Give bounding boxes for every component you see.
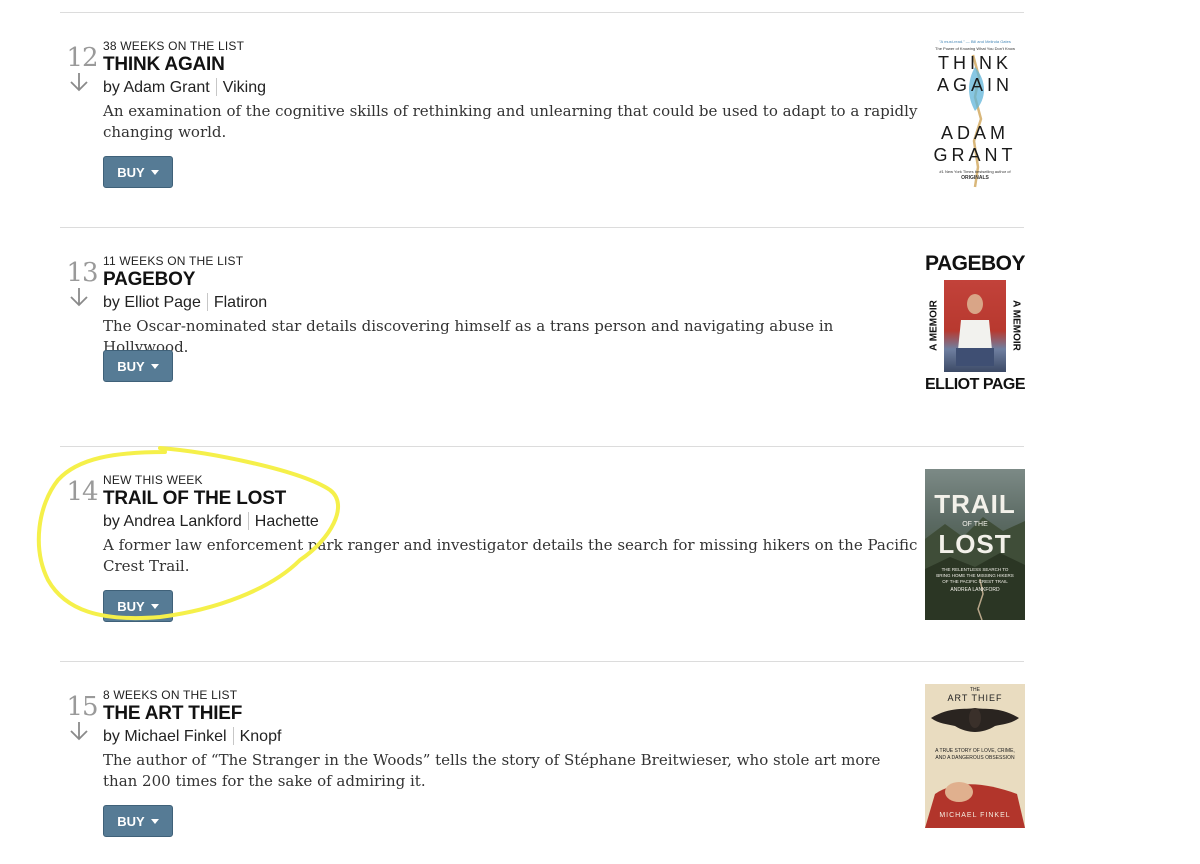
cover-author-line1: ADAM xyxy=(940,123,1009,143)
separator xyxy=(206,293,208,311)
publisher-name: Knopf xyxy=(239,728,282,746)
book-cover[interactable]: PAGEBOY A MEMOIR A MEMOIR ELLIOT PAGE xyxy=(925,252,1025,402)
divider xyxy=(60,446,1024,447)
book-title[interactable]: THE ART THIEF xyxy=(103,703,242,725)
caret-down-icon xyxy=(150,819,159,824)
cover-title-line1: TRAIL xyxy=(934,489,1016,519)
buy-button[interactable]: BUY xyxy=(103,156,173,188)
cover-blurb: "A must-read." — Bill and Melinda Gates xyxy=(939,39,1011,44)
book-cover[interactable]: "A must-read." — Bill and Melinda Gates … xyxy=(925,37,1025,189)
byline: by Andrea Lankford Hachette xyxy=(103,512,319,531)
cover-title-line2: OF THE xyxy=(962,521,988,528)
separator xyxy=(215,78,217,96)
author-name: by Elliot Page xyxy=(103,294,201,312)
book-entry-15: 15 8 WEEKS ON THE LIST THE ART THIEF by … xyxy=(60,684,1025,858)
rank-number: 14 xyxy=(66,477,98,507)
rank-number: 15 xyxy=(66,692,98,722)
cover-subtitle: A TRUE STORY OF LOVE, CRIME, AND A DANGE… xyxy=(935,748,1015,761)
arrow-down-icon xyxy=(70,722,88,741)
weeks-on-list: NEW THIS WEEK xyxy=(103,473,203,487)
publisher-name: Hachette xyxy=(254,513,319,531)
publisher-name: Viking xyxy=(222,79,267,97)
rank-number: 12 xyxy=(66,43,98,73)
book-title[interactable]: PAGEBOY xyxy=(103,269,195,291)
author-name: by Michael Finkel xyxy=(103,728,227,746)
buy-button[interactable]: BUY xyxy=(103,590,173,622)
buy-label: BUY xyxy=(117,358,145,374)
author-name: by Adam Grant xyxy=(103,79,210,97)
book-entry-14: 14 NEW THIS WEEK TRAIL OF THE LOST by An… xyxy=(60,469,1025,663)
caret-down-icon xyxy=(150,364,159,369)
caret-down-icon xyxy=(150,604,159,609)
byline: by Michael Finkel Knopf xyxy=(103,727,282,746)
cover-title-line2: AGAIN xyxy=(936,75,1013,95)
cover-author: ANDREA LANKFORD xyxy=(950,587,1000,593)
publisher-name: Flatiron xyxy=(213,294,268,312)
book-description: A former law enforcement park ranger and… xyxy=(103,536,918,575)
author-name: by Andrea Lankford xyxy=(103,513,242,531)
buy-label: BUY xyxy=(117,813,145,829)
cover-title-line3: LOST xyxy=(938,529,1012,559)
book-title[interactable]: THINK AGAIN xyxy=(103,54,225,76)
cover-foot2: ORIGINALS xyxy=(961,175,989,181)
cover-subtitle: THE RELENTLESS SEARCH TO BRING HOME THE … xyxy=(936,567,1014,584)
separator xyxy=(247,512,249,530)
weeks-on-list: 11 WEEKS ON THE LIST xyxy=(103,254,244,268)
book-cover[interactable]: TRAIL OF THE LOST THE RELENTLESS SEARCH … xyxy=(925,469,1025,620)
caret-down-icon xyxy=(150,170,159,175)
buy-button[interactable]: BUY xyxy=(103,350,173,382)
cover-foot: #1 New York Times bestselling author of xyxy=(939,169,1011,174)
book-entry-12: 12 38 WEEKS ON THE LIST THINK AGAIN by A… xyxy=(60,37,1025,229)
cover-author: MICHAEL FINKEL xyxy=(939,812,1011,819)
rank-number: 13 xyxy=(66,258,98,288)
buy-button[interactable]: BUY xyxy=(103,805,173,837)
arrow-down-icon xyxy=(70,73,88,92)
weeks-on-list: 8 WEEKS ON THE LIST xyxy=(103,688,238,702)
cover-side-right: A MEMOIR xyxy=(1010,300,1022,351)
cover-tagline: The Power of Knowing What You Don't Know xyxy=(935,46,1015,51)
separator xyxy=(232,727,234,745)
book-entry-13: 13 11 WEEKS ON THE LIST PAGEBOY by Ellio… xyxy=(60,252,1025,444)
buy-label: BUY xyxy=(117,598,145,614)
byline: by Elliot Page Flatiron xyxy=(103,293,268,312)
cover-title: PAGEBOY xyxy=(925,252,1025,275)
cover-title-line1: THINK xyxy=(938,53,1012,73)
book-description: The author of “The Stranger in the Woods… xyxy=(103,751,881,790)
cover-photo xyxy=(944,280,1006,372)
book-title[interactable]: TRAIL OF THE LOST xyxy=(103,488,286,510)
cover-side-left: A MEMOIR xyxy=(928,300,940,351)
cover-author: ELLIOT PAGE xyxy=(925,376,1025,393)
cover-author-line2: GRANT xyxy=(933,145,1017,165)
buy-label: BUY xyxy=(117,164,145,180)
book-description: An examination of the cognitive skills o… xyxy=(103,102,918,141)
arrow-down-icon xyxy=(70,288,88,307)
byline: by Adam Grant Viking xyxy=(103,78,267,97)
book-description: The Oscar-nominated star details discove… xyxy=(103,317,834,356)
divider xyxy=(60,12,1024,13)
book-cover[interactable]: THE ART THIEF A TRUE STORY OF LOVE, CRIM… xyxy=(925,684,1025,828)
weeks-on-list: 38 WEEKS ON THE LIST xyxy=(103,39,245,53)
